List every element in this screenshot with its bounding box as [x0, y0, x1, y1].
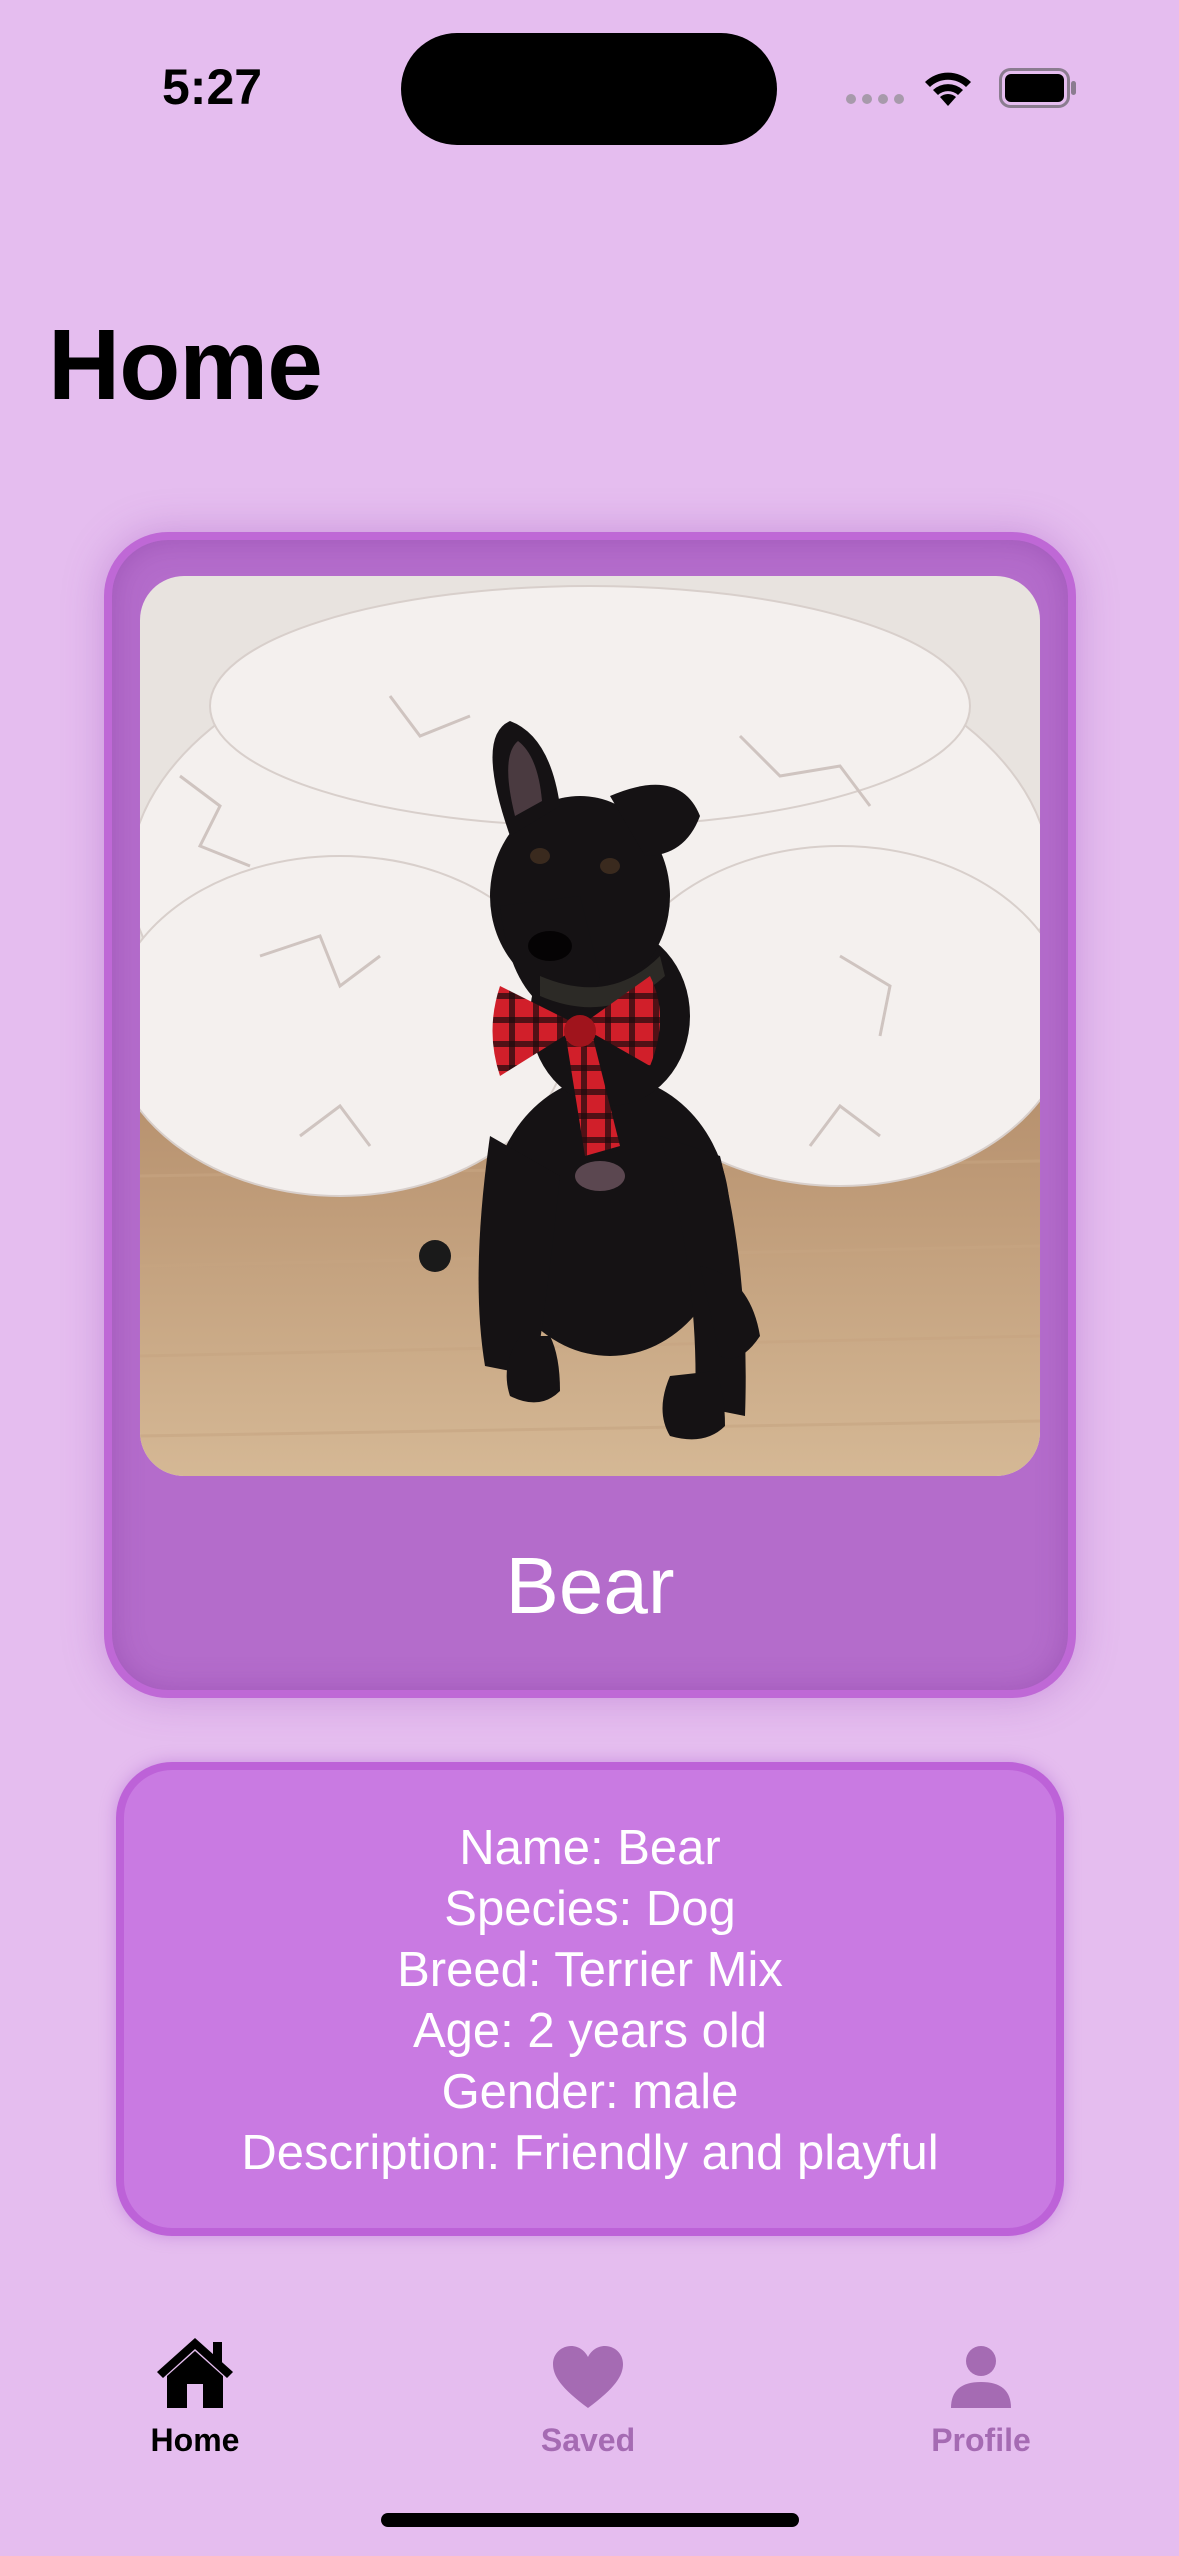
tab-saved[interactable]: Saved: [478, 2320, 698, 2459]
tab-home-label: Home: [150, 2422, 240, 2458]
home-screen: 5:27 Home Bear Name: Bear Species: Dog B…: [0, 0, 1179, 2556]
pet-photo: [140, 576, 1040, 1476]
wifi-icon: [922, 66, 974, 111]
tab-home[interactable]: Home: [85, 2320, 305, 2459]
tab-profile-label: Profile: [931, 2422, 1031, 2458]
page-title: Home: [48, 309, 323, 421]
battery-icon: [999, 68, 1079, 113]
tab-profile[interactable]: Profile: [871, 2320, 1091, 2459]
pet-info-box: Name: Bear Species: Dog Breed: Terrier M…: [116, 1762, 1064, 2236]
house-icon: [153, 2320, 237, 2410]
person-icon: [949, 2320, 1013, 2410]
info-species: Species: Dog: [444, 1882, 736, 1936]
dynamic-island: [401, 33, 777, 145]
tab-saved-label: Saved: [540, 2422, 636, 2458]
home-indicator[interactable]: [381, 2513, 799, 2527]
info-gender: Gender: male: [441, 2065, 739, 2119]
pet-card[interactable]: Bear: [104, 532, 1076, 1698]
info-name: Name: Bear: [459, 1821, 721, 1875]
status-time: 5:27: [162, 59, 263, 115]
info-age: Age: 2 years old: [412, 2004, 768, 2058]
cellular-signal-icon: [846, 94, 904, 104]
info-description: Description: Friendly and playful: [241, 2126, 939, 2180]
pet-name: Bear: [505, 1541, 675, 1630]
heart-icon: [551, 2320, 625, 2410]
info-breed: Breed: Terrier Mix: [397, 1943, 783, 1997]
